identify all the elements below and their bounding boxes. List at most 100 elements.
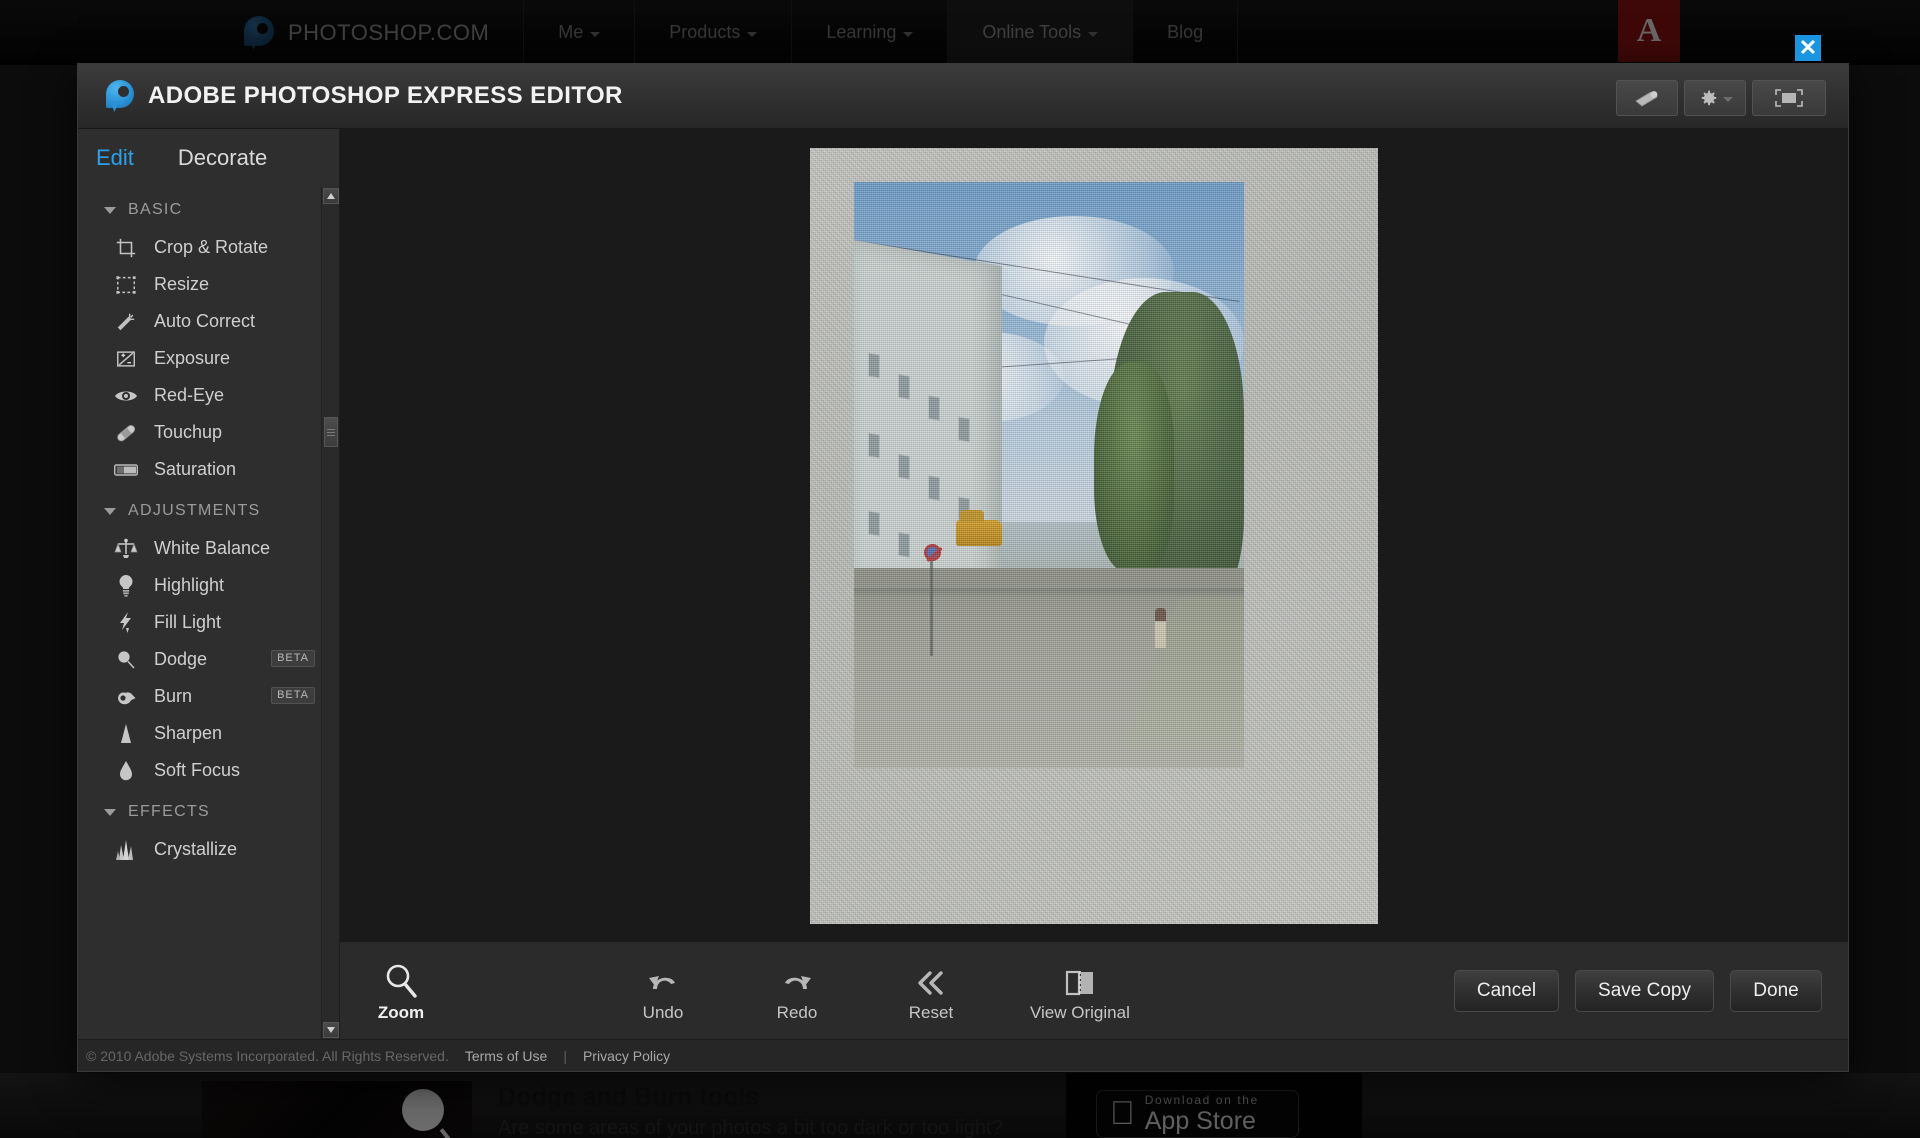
- tool-label: White Balance: [154, 538, 271, 558]
- tool-white-balance[interactable]: White Balance: [78, 530, 321, 567]
- tool-highlight[interactable]: Highlight: [78, 567, 321, 604]
- tool-label: Crystallize: [154, 839, 238, 859]
- tool-label: Dodge: [154, 649, 208, 669]
- terms-of-use-link[interactable]: Terms of Use: [465, 1048, 547, 1064]
- settings-button[interactable]: [1684, 80, 1746, 116]
- tool-label: Saturation: [154, 459, 237, 479]
- group-header-effects[interactable]: EFFECTS: [78, 789, 321, 831]
- footer-separator: |: [563, 1047, 567, 1064]
- beta-badge: BETA: [271, 687, 315, 704]
- tool-sharpen[interactable]: Sharpen: [78, 715, 321, 752]
- chevron-down-icon: [1723, 97, 1733, 102]
- tools-sidebar: Edit Decorate BASIC Crop & Rotate Resize…: [78, 129, 340, 1039]
- tab-edit[interactable]: Edit: [96, 145, 134, 171]
- lightbulb-icon: [114, 574, 138, 598]
- reset-button[interactable]: Reset: [896, 959, 966, 1023]
- close-icon[interactable]: ✕: [1795, 35, 1821, 61]
- tool-label: Fill Light: [154, 612, 222, 632]
- tool-label: Auto Correct: [154, 311, 256, 331]
- group-header-adjustments[interactable]: ADJUSTMENTS: [78, 488, 321, 530]
- tool-red-eye[interactable]: Red-Eye: [78, 377, 321, 414]
- group-title: ADJUSTMENTS: [128, 502, 261, 519]
- lightning-bolt-icon: [114, 611, 138, 635]
- group-title: BASIC: [128, 201, 183, 218]
- photo-frame: [810, 148, 1378, 924]
- undo-label: Undo: [642, 1002, 684, 1022]
- copyright-text: © 2010 Adobe Systems Incorporated. All R…: [86, 1047, 449, 1064]
- tool-saturation[interactable]: Saturation: [78, 451, 321, 488]
- view-original-label: View Original: [1030, 1002, 1130, 1022]
- history-tools: Undo Redo Reset View Original: [628, 959, 1130, 1023]
- crop-icon: [114, 236, 138, 260]
- balance-scale-icon: [114, 537, 138, 561]
- mode-tabs: Edit Decorate: [78, 129, 339, 187]
- sharpen-triangle-icon: [114, 722, 138, 746]
- dodge-lollipop-icon: [114, 648, 138, 672]
- exposure-icon: [114, 347, 138, 371]
- undo-button[interactable]: Undo: [628, 959, 698, 1023]
- tool-label: Crop & Rotate: [154, 237, 269, 257]
- view-original-button[interactable]: View Original: [1030, 959, 1130, 1023]
- tool-label: Burn: [154, 686, 193, 706]
- gear-icon: [1701, 90, 1717, 106]
- image-canvas[interactable]: [340, 129, 1848, 941]
- editor-title: ADOBE PHOTOSHOP EXPRESS EDITOR: [148, 82, 623, 109]
- page-root: PHOTOSHOP.COM Me Products Learning Onlin…: [0, 0, 1920, 1138]
- burn-hand-icon: [114, 685, 138, 709]
- editor-body: Edit Decorate BASIC Crop & Rotate Resize…: [78, 129, 1848, 1039]
- tool-exposure[interactable]: Exposure: [78, 340, 321, 377]
- zoom-tool-button[interactable]: Zoom: [366, 959, 436, 1023]
- tool-soft-focus[interactable]: Soft Focus: [78, 752, 321, 789]
- undo-arrow-icon: [645, 959, 681, 999]
- bandage-icon: [114, 421, 138, 445]
- titlebar-tool-buttons: [1616, 80, 1826, 116]
- zoom-label: Zoom: [377, 1002, 425, 1022]
- tool-label: Touchup: [154, 422, 223, 442]
- cancel-button[interactable]: Cancel: [1453, 969, 1560, 1012]
- bottom-toolbar: Zoom Undo Redo Reset View Original Cance…: [340, 941, 1848, 1039]
- editor-footer: © 2010 Adobe Systems Incorporated. All R…: [78, 1039, 1848, 1071]
- triangle-down-icon: [104, 507, 116, 515]
- done-button[interactable]: Done: [1730, 969, 1822, 1012]
- tab-decorate[interactable]: Decorate: [178, 145, 267, 171]
- sidebar-scrollbar[interactable]: [321, 187, 339, 1039]
- redo-label: Redo: [776, 1002, 818, 1022]
- privacy-policy-link[interactable]: Privacy Policy: [583, 1048, 670, 1064]
- scroll-up-arrow-icon[interactable]: [323, 188, 339, 204]
- fullscreen-icon: [1775, 89, 1803, 107]
- scroll-down-arrow-icon[interactable]: [323, 1022, 339, 1038]
- tool-dodge[interactable]: Dodge BETA: [78, 641, 321, 678]
- save-copy-button[interactable]: Save Copy: [1575, 969, 1714, 1012]
- tool-crystallize[interactable]: Crystallize: [78, 831, 321, 868]
- magnifier-icon: [384, 959, 418, 999]
- photo-image: [854, 182, 1244, 768]
- tool-label: Soft Focus: [154, 760, 241, 780]
- triangle-down-icon: [104, 206, 116, 214]
- tool-fill-light[interactable]: Fill Light: [78, 604, 321, 641]
- photoshop-bubble-logo-icon: [106, 80, 134, 112]
- tool-resize[interactable]: Resize: [78, 266, 321, 303]
- tool-label: Exposure: [154, 348, 231, 368]
- megaphone-button[interactable]: [1616, 80, 1678, 116]
- tool-label: Red-Eye: [154, 385, 225, 405]
- canvas-column: Zoom Undo Redo Reset View Original Cance…: [340, 129, 1848, 1039]
- tool-burn[interactable]: Burn BETA: [78, 678, 321, 715]
- water-drop-icon: [114, 759, 138, 783]
- beta-badge: BETA: [271, 650, 315, 667]
- eye-icon: [114, 384, 138, 408]
- rewind-double-chevron-icon: [914, 959, 948, 999]
- saturation-gradient-icon: [114, 458, 138, 482]
- tools-scroll-region: BASIC Crop & Rotate Resize Auto Correct …: [78, 187, 339, 1039]
- fullscreen-button[interactable]: [1752, 80, 1826, 116]
- split-compare-icon: [1063, 959, 1097, 999]
- group-title: EFFECTS: [128, 803, 210, 820]
- redo-button[interactable]: Redo: [762, 959, 832, 1023]
- scroll-thumb[interactable]: [324, 417, 338, 447]
- tool-auto-correct[interactable]: Auto Correct: [78, 303, 321, 340]
- group-header-basic[interactable]: BASIC: [78, 187, 321, 229]
- magic-wand-icon: [114, 310, 138, 334]
- action-buttons: Cancel Save Copy Done: [1453, 969, 1822, 1012]
- megaphone-icon: [1635, 91, 1658, 107]
- tool-touchup[interactable]: Touchup: [78, 414, 321, 451]
- tool-crop-and-rotate[interactable]: Crop & Rotate: [78, 229, 321, 266]
